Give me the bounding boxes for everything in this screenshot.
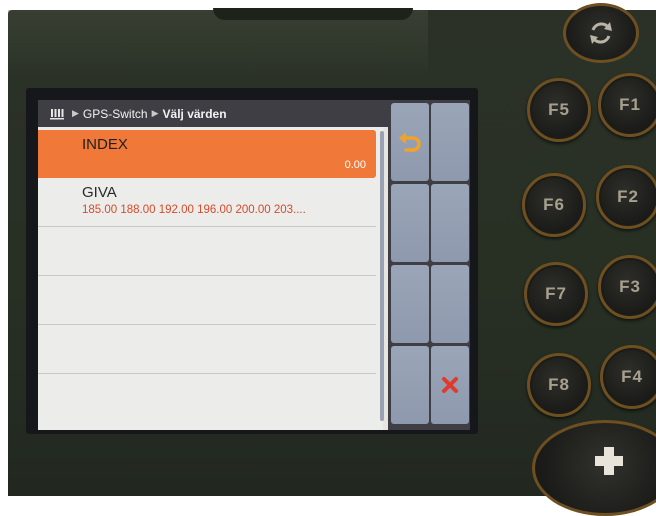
softkey-6[interactable] bbox=[431, 265, 469, 343]
field-grid-icon bbox=[50, 108, 64, 119]
f2-key[interactable]: F2 bbox=[596, 165, 656, 229]
f5-key[interactable]: F5 bbox=[527, 78, 591, 142]
softkey-7[interactable] bbox=[391, 346, 429, 424]
softkey-2[interactable] bbox=[431, 103, 469, 181]
list-item-values: 185.00 188.00 192.00 196.00 200.00 203..… bbox=[82, 204, 306, 216]
rotate-key[interactable] bbox=[563, 3, 639, 63]
list-item-index[interactable]: INDEX 0.00 bbox=[38, 130, 376, 178]
f6-key[interactable]: F6 bbox=[522, 173, 586, 237]
breadcrumb: ▶ GPS-Switch ▶ Välj värden bbox=[38, 100, 388, 127]
f1-key[interactable]: F1 bbox=[598, 73, 656, 137]
back-softkey[interactable] bbox=[391, 103, 429, 181]
f4-key[interactable]: F4 bbox=[600, 345, 656, 409]
undo-arrow-icon bbox=[399, 132, 421, 152]
list-item-label: GIVA bbox=[82, 184, 117, 201]
plus-key[interactable] bbox=[532, 420, 656, 516]
scrollbar[interactable] bbox=[380, 131, 384, 421]
f3-key[interactable]: F3 bbox=[598, 255, 656, 319]
breadcrumb-separator: ▶ bbox=[72, 108, 79, 118]
list-item-value: 0.00 bbox=[344, 159, 366, 171]
softkey-panel bbox=[388, 100, 470, 430]
list-item-empty[interactable] bbox=[38, 276, 376, 325]
breadcrumb-separator: ▶ bbox=[151, 108, 159, 118]
f8-key[interactable]: F8 bbox=[527, 353, 591, 417]
list-item-empty[interactable] bbox=[38, 325, 376, 374]
close-x-icon bbox=[442, 377, 458, 393]
rotate-icon bbox=[590, 22, 612, 44]
list-item-label: INDEX bbox=[82, 136, 128, 153]
cancel-softkey[interactable] bbox=[431, 346, 469, 424]
plus-icon bbox=[595, 447, 623, 475]
screen: ▶ GPS-Switch ▶ Välj värden INDEX 0.00 GI… bbox=[38, 100, 470, 430]
softkey-5[interactable] bbox=[391, 265, 429, 343]
top-lip bbox=[213, 8, 413, 20]
list-item-empty[interactable] bbox=[38, 227, 376, 276]
value-list: INDEX 0.00 GIVA 185.00 188.00 192.00 196… bbox=[38, 127, 384, 430]
breadcrumb-item-gps-switch[interactable]: GPS-Switch bbox=[83, 107, 148, 121]
list-item-giva[interactable]: GIVA 185.00 188.00 192.00 196.00 200.00 … bbox=[38, 178, 376, 227]
softkey-4[interactable] bbox=[431, 184, 469, 262]
softkey-3[interactable] bbox=[391, 184, 429, 262]
breadcrumb-item-current: Välj värden bbox=[162, 106, 227, 121]
f7-key[interactable]: F7 bbox=[524, 262, 588, 326]
glare bbox=[8, 10, 428, 80]
